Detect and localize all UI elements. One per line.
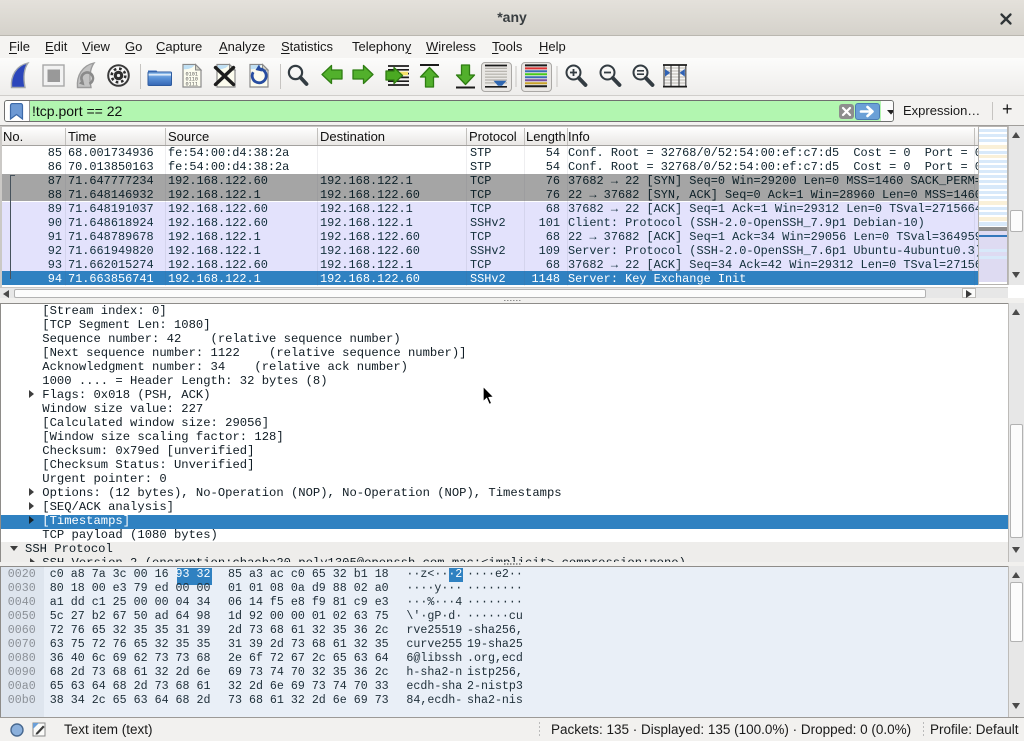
- svg-text:0111: 0111: [186, 82, 198, 88]
